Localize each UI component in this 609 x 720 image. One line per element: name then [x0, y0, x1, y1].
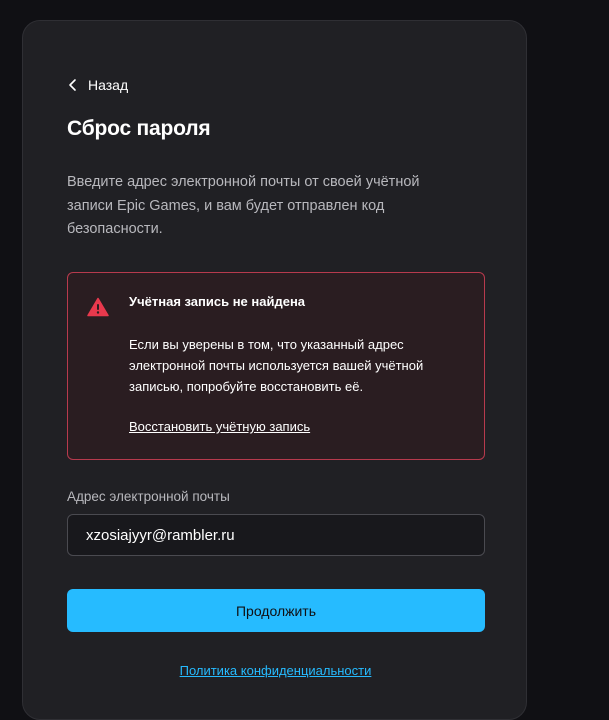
page-title: Сброс пароля	[67, 117, 211, 140]
email-label: Адрес электронной почты	[67, 489, 230, 504]
privacy-policy-link[interactable]: Политика конфиденциальности	[23, 663, 528, 678]
page-description: Введите адрес электронной почты от своей…	[67, 174, 420, 237]
recover-account-link[interactable]: Восстановить учётную запись	[129, 419, 310, 434]
chevron-left-icon	[68, 78, 78, 92]
back-link[interactable]: Назад	[68, 75, 128, 95]
warning-triangle-icon	[87, 297, 109, 322]
error-alert: Учётная запись не найдена Если вы уверен…	[67, 272, 485, 460]
email-field[interactable]	[67, 514, 485, 556]
alert-message: Если вы уверены в том, что указанный адр…	[129, 337, 424, 394]
reset-password-card: Назад Сброс пароля Введите адрес электро…	[22, 20, 527, 720]
alert-title: Учётная запись не найдена	[129, 294, 306, 309]
continue-button[interactable]: Продолжить	[67, 589, 485, 632]
back-label: Назад	[88, 77, 129, 93]
